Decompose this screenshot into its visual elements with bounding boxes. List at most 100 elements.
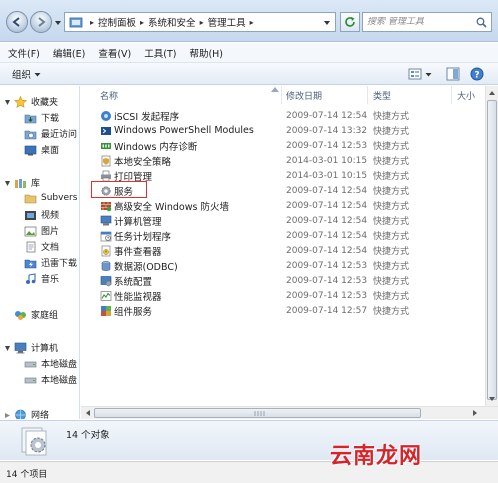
expand-toggle-icon[interactable] (4, 180, 11, 187)
command-bar: 组织 ? (0, 63, 498, 85)
menu-bar: 文件(F) 编辑(E) 查看(V) 工具(T) 帮助(H) (0, 43, 498, 63)
nav-item-pictures[interactable]: 图片 (24, 224, 59, 237)
menu-file[interactable]: 文件(F) (8, 46, 40, 60)
column-header-name[interactable]: 名称 (100, 86, 280, 104)
nav-item-label: 音乐 (41, 275, 60, 285)
vertical-scroll-thumb[interactable] (487, 100, 497, 400)
horizontal-scroll-thumb[interactable] (94, 408, 421, 418)
nav-item-local-disk-d[interactable]: 本地磁盘 (24, 373, 77, 386)
table-row[interactable]: Windows 内存诊断 2009-07-14 12:53 快捷方式 (81, 138, 485, 153)
recent-pages-dropdown-icon[interactable] (54, 19, 62, 27)
table-row[interactable]: 本地安全策略 2014-03-01 10:15 快捷方式 (81, 153, 485, 168)
scroll-left-icon[interactable] (84, 409, 92, 417)
nav-item-label: 本地磁盘 (41, 376, 78, 386)
refresh-button[interactable] (340, 12, 360, 32)
scroll-right-icon[interactable] (471, 409, 479, 417)
hard-disk-icon (24, 377, 37, 383)
nav-item-videos[interactable]: 视频 (24, 208, 59, 221)
expand-toggle-icon[interactable] (4, 99, 11, 106)
view-options-dropdown-icon[interactable] (425, 71, 432, 78)
nav-item-downloads[interactable]: 下载 (24, 111, 59, 124)
organize-button[interactable]: 组织 (12, 67, 41, 81)
table-row[interactable]: 高级安全 Windows 防火墙 2009-07-14 12:54 快捷方式 (81, 198, 485, 213)
file-date: 2009-07-14 12:54 (286, 185, 368, 196)
table-row[interactable]: 系统配置 2009-07-14 12:53 快捷方式 (81, 273, 485, 288)
column-header-size-label: 大小 (457, 91, 476, 102)
table-row[interactable]: Windows PowerShell Modules 2009-07-14 13… (81, 123, 485, 138)
column-header-size[interactable]: 大小 (457, 86, 485, 104)
nav-item-label: 下载 (41, 114, 60, 124)
firewall-shortcut-icon (101, 202, 112, 212)
computer-icon (14, 342, 27, 353)
nav-item-desktop[interactable]: 桌面 (24, 143, 59, 156)
file-date: 2009-07-14 13:32 (286, 125, 368, 136)
task-scheduler-shortcut-icon (100, 231, 112, 242)
administrative-tools-icon (21, 427, 47, 456)
breadcrumb-separator[interactable]: ▸ (250, 18, 254, 27)
table-row[interactable]: iSCSI 发起程序 2009-07-14 12:54 快捷方式 (81, 108, 485, 123)
search-icon[interactable] (476, 17, 487, 28)
address-toolbar: ▸ 控制面板 ▸ 系统和安全 ▸ 管理工具 ▸ (0, 0, 498, 42)
horizontal-scrollbar[interactable] (81, 406, 498, 419)
nav-libraries[interactable]: 库 (14, 176, 40, 189)
breadcrumb-separator[interactable]: ▸ (90, 18, 94, 27)
nav-computer-label: 计算机 (31, 344, 59, 354)
address-dropdown-icon[interactable] (323, 19, 331, 27)
breadcrumb-separator[interactable]: ▸ (200, 18, 204, 27)
nav-item-label: 迅雷下载 (41, 259, 78, 269)
column-divider[interactable] (367, 86, 368, 104)
nav-item-local-disk-c[interactable]: 本地磁盘 (24, 357, 77, 370)
hard-disk-icon (24, 361, 37, 367)
column-divider[interactable] (281, 86, 282, 104)
breadcrumb-item[interactable]: 系统和安全 (148, 15, 196, 29)
file-type: 快捷方式 (373, 292, 410, 302)
back-button[interactable] (6, 11, 28, 33)
file-type: 快捷方式 (373, 187, 410, 197)
file-type: 快捷方式 (373, 157, 410, 167)
table-row[interactable]: 组件服务 2009-07-14 12:57 快捷方式 (81, 303, 485, 318)
menu-help[interactable]: 帮助(H) (189, 46, 223, 60)
change-view-icon[interactable] (408, 68, 422, 80)
nav-libraries-label: 库 (31, 179, 41, 189)
search-input[interactable] (363, 17, 473, 27)
table-row[interactable]: 数据源(ODBC) 2009-07-14 12:53 快捷方式 (81, 258, 485, 273)
nav-item-label: 最近访问 (41, 130, 78, 140)
nav-item-documents[interactable]: 文档 (24, 240, 59, 253)
nav-item-subversion[interactable]: Subvers (24, 192, 77, 204)
nav-homegroup[interactable]: 家庭组 (14, 308, 58, 321)
column-divider[interactable] (451, 86, 452, 104)
table-row[interactable]: 任务计划程序 2009-07-14 12:54 快捷方式 (81, 228, 485, 243)
table-row[interactable]: 计算机管理 2009-07-14 12:54 快捷方式 (81, 213, 485, 228)
address-bar[interactable]: ▸ 控制面板 ▸ 系统和安全 ▸ 管理工具 ▸ (64, 12, 336, 32)
menu-tools[interactable]: 工具(T) (144, 46, 176, 60)
column-header-date[interactable]: 修改日期 (286, 86, 366, 104)
nav-item-thunder-downloads[interactable]: 迅雷下载 (24, 256, 77, 269)
control-panel-icon (69, 17, 83, 28)
scroll-up-icon[interactable] (488, 89, 496, 97)
nav-computer[interactable]: 计算机 (14, 341, 58, 354)
help-icon[interactable]: ? (470, 67, 484, 81)
nav-favorites[interactable]: 收藏夹 (14, 95, 58, 108)
forward-button[interactable] (30, 11, 52, 33)
nav-network[interactable]: 网络 (14, 408, 49, 419)
desktop-icon (24, 145, 37, 155)
table-row[interactable]: 事件查看器 2009-07-14 12:54 快捷方式 (81, 243, 485, 258)
video-library-icon (25, 210, 36, 220)
expand-toggle-icon[interactable] (4, 412, 11, 419)
menu-edit[interactable]: 编辑(E) (53, 46, 85, 60)
search-box[interactable] (362, 12, 492, 32)
breadcrumb-item[interactable]: 控制面板 (98, 15, 136, 29)
breadcrumb-item[interactable]: 管理工具 (208, 15, 246, 29)
expand-toggle-icon[interactable] (4, 345, 11, 352)
vertical-scrollbar[interactable] (485, 86, 498, 406)
file-name: Windows 内存诊断 (114, 141, 198, 153)
scroll-down-icon[interactable] (488, 395, 496, 403)
column-header-type[interactable]: 类型 (373, 86, 453, 104)
nav-item-music[interactable]: 音乐 (24, 272, 59, 285)
nav-item-label: 视频 (41, 211, 60, 221)
table-row[interactable]: 性能监视器 2009-07-14 12:53 快捷方式 (81, 288, 485, 303)
preview-pane-icon[interactable] (446, 67, 460, 81)
breadcrumb-separator[interactable]: ▸ (140, 18, 144, 27)
nav-item-recent-places[interactable]: 最近访问 (24, 127, 77, 140)
menu-view[interactable]: 查看(V) (98, 46, 131, 60)
